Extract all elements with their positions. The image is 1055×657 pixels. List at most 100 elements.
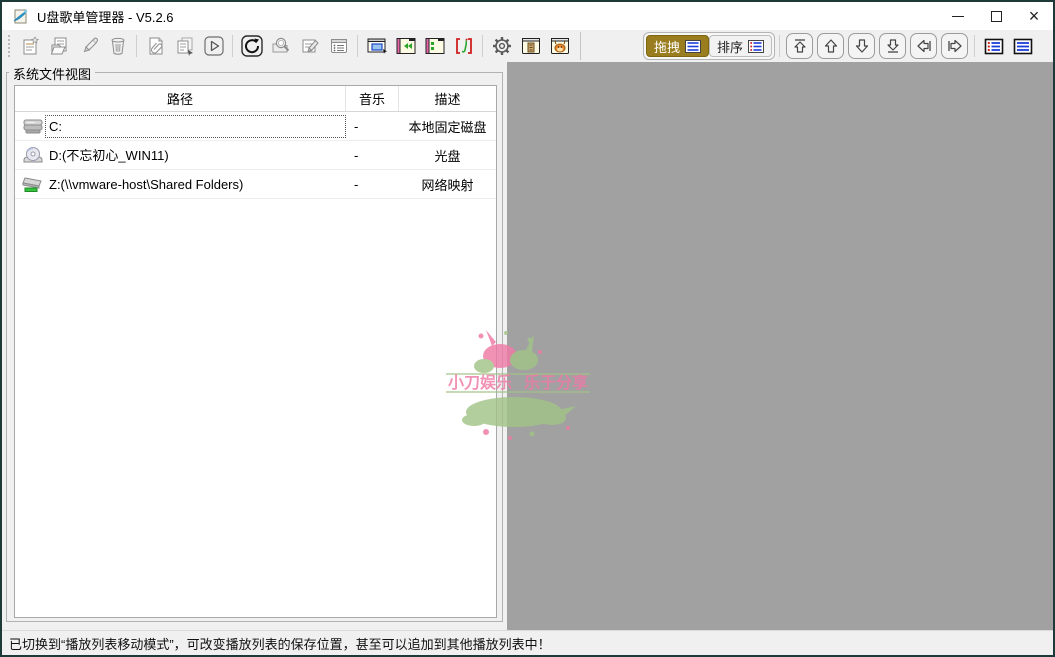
play-button[interactable] [199,32,228,60]
search-folder-icon [271,36,291,56]
list-view-button[interactable] [324,32,353,60]
move-down-button[interactable] [848,33,875,59]
about-mascot-button[interactable] [545,32,574,60]
column-header-path[interactable]: 路径 [15,86,346,111]
hard-disk-icon [21,117,45,135]
settings-button[interactable] [487,32,516,60]
file-table: 路径 音乐 描述 [14,85,497,618]
move-top-icon [792,38,808,54]
delete-button[interactable] [103,32,132,60]
copy-export-icon [175,36,195,56]
column-header-music[interactable]: 音乐 [346,86,399,111]
edit-pencil-icon [79,36,99,56]
view-list-red-button[interactable] [979,32,1008,60]
main-area: 系统文件视图 路径 音乐 描述 [2,62,1053,630]
maximize-icon [991,11,1002,22]
move-up-icon [823,38,839,54]
status-bar: 已切换到“播放列表移动模式”，可改变播放列表的保存位置，甚至可以追加到其他播放列… [2,630,1053,655]
window-prev-button[interactable] [391,32,420,60]
drive-path: D:(不忘初心_WIN11) [45,144,346,167]
drive-music-count: - [346,148,399,163]
move-right-button[interactable] [941,33,968,59]
close-icon: × [1029,7,1040,25]
copy-export-button[interactable] [170,32,199,60]
view-list-red-icon [984,38,1004,55]
search-folder-button[interactable] [266,32,295,60]
minimize-icon [952,16,964,17]
minimize-button[interactable] [939,2,977,30]
toolbar-separator [779,35,780,57]
table-row-drive-z[interactable]: Z:(\\vmware-host\Shared Folders) - 网络映射 [15,170,496,199]
move-down-icon [854,38,870,54]
window-items-icon [424,36,446,56]
edit-playlist-button[interactable] [74,32,103,60]
table-header: 路径 音乐 描述 [15,86,496,112]
sort-list-icon [748,40,764,53]
sort-mode-button[interactable]: 排序 [709,35,772,57]
verify-edit-button[interactable] [295,32,324,60]
toolbar: 拖拽 排序 [2,30,1053,62]
window-layout-button[interactable] [362,32,391,60]
move-up-button[interactable] [817,33,844,59]
system-file-groupbox: 系统文件视图 路径 音乐 描述 [6,72,503,622]
play-icon [203,35,225,57]
window-prev-icon [395,36,417,56]
settings-gear-icon [491,35,513,57]
app-window: U盘歌单管理器 - V5.2.6 × [0,0,1055,657]
playlist-panel-empty[interactable] [507,62,1053,630]
attach-file-icon [146,36,166,56]
sort-mode-label: 排序 [717,37,743,56]
toolbar-separator [357,35,358,57]
close-button[interactable]: × [1015,2,1053,30]
drive-path: Z:(\\vmware-host\Shared Folders) [45,173,346,196]
trash-icon [108,36,128,56]
drive-description: 本地固定磁盘 [399,117,496,136]
new-playlist-button[interactable] [16,32,45,60]
move-top-button[interactable] [786,33,813,59]
drive-description: 光盘 [399,146,496,165]
table-row-drive-d[interactable]: D:(不忘初心_WIN11) - 光盘 [15,141,496,170]
drive-music-count: - [346,119,399,134]
view-list-blue-button[interactable] [1008,32,1037,60]
move-left-button[interactable] [910,33,937,59]
window-title: U盘歌单管理器 - V5.2.6 [37,7,174,26]
toolbar-separator [136,35,137,57]
refresh-button[interactable] [237,32,266,60]
toolbar-separator [232,35,233,57]
toolbar-separator [482,35,483,57]
drag-list-icon [685,40,701,53]
new-playlist-icon [21,36,41,56]
maximize-button[interactable] [977,2,1015,30]
about-mascot-icon [549,36,571,56]
toolbar-separator [580,32,581,60]
script-tag-button[interactable] [449,32,478,60]
move-bottom-icon [885,38,901,54]
drag-mode-button[interactable]: 拖拽 [646,35,709,57]
list-view-icon [329,36,349,56]
window-items-button[interactable] [420,32,449,60]
table-row-drive-c[interactable]: C: - 本地固定磁盘 [15,112,496,141]
refresh-icon [240,34,264,58]
open-playlist-button[interactable] [45,32,74,60]
groupbox-label: 系统文件视图 [9,64,95,83]
move-bottom-button[interactable] [879,33,906,59]
script-tag-icon [453,36,475,56]
file-panel: 系统文件视图 路径 音乐 描述 [2,62,507,630]
move-left-icon [916,38,932,54]
column-header-desc[interactable]: 描述 [399,86,496,111]
toolbar-separator [974,35,975,57]
log-window-button[interactable] [516,32,545,60]
log-window-icon [520,36,542,56]
toolbar-gripper[interactable] [8,35,12,57]
attach-file-button[interactable] [141,32,170,60]
verify-edit-icon [300,36,320,56]
open-playlist-icon [50,36,70,56]
move-right-icon [947,38,963,54]
network-drive-icon [21,175,45,193]
cd-drive-icon [21,146,45,164]
title-bar: U盘歌单管理器 - V5.2.6 × [2,2,1053,30]
drag-mode-label: 拖拽 [654,37,680,56]
mode-button-group: 拖拽 排序 [643,32,775,60]
app-icon [12,8,29,25]
status-message: 已切换到“播放列表移动模式”，可改变播放列表的保存位置，甚至可以追加到其他播放列… [9,634,551,653]
